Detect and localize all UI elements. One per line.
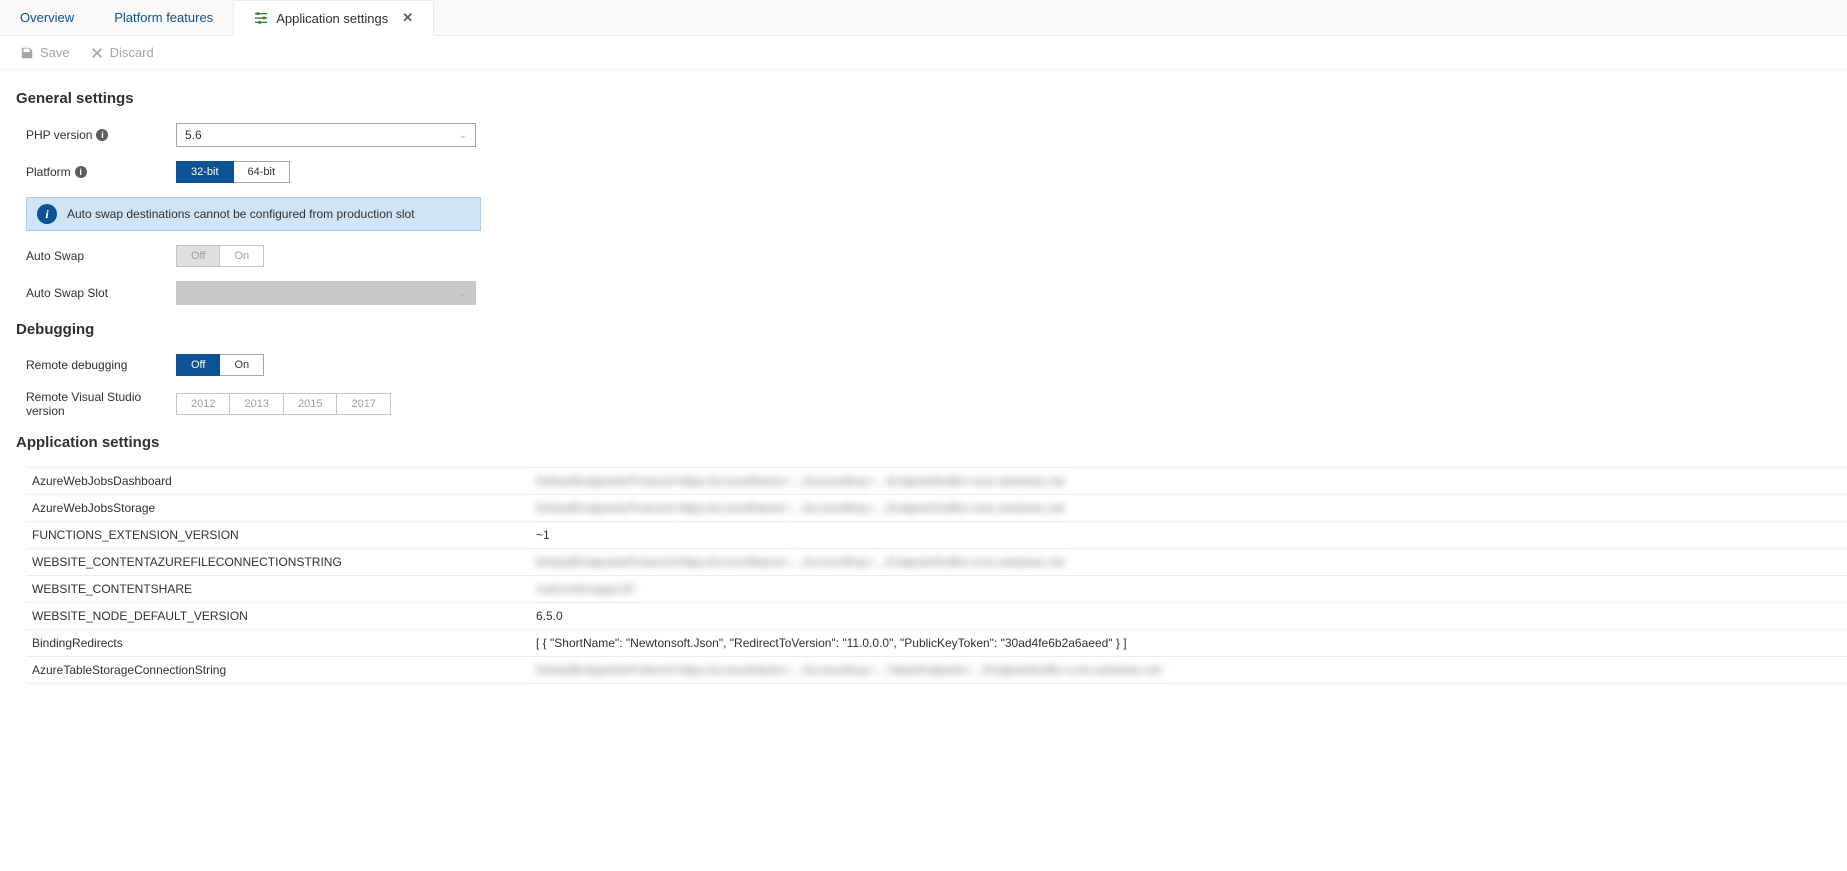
row-auto-swap-slot: Auto Swap Slot ⌄ <box>26 281 1847 305</box>
select-php-version[interactable]: 5.6 ⌄ <box>176 123 476 147</box>
setting-value: [ { "ShortName": "Newtonsoft.Json", "Red… <box>536 636 1847 650</box>
vs-2015-option: 2015 <box>284 393 337 415</box>
select-vs-version: 2012 2013 2015 2017 <box>176 393 391 415</box>
toggle-platform: 32-bit 64-bit <box>176 161 290 183</box>
save-label: Save <box>40 45 70 60</box>
setting-value: myfunctionapp123 <box>536 582 1847 596</box>
table-row[interactable]: AzureWebJobsStorageDefaultEndpointsProto… <box>26 495 1847 522</box>
tab-application-settings-label: Application settings <box>276 11 388 26</box>
info-icon[interactable]: i <box>96 129 108 141</box>
section-app-settings-heading: Application settings <box>16 434 1847 451</box>
table-row[interactable]: AzureTableStorageConnectionStringDefault… <box>26 657 1847 684</box>
setting-key: FUNCTIONS_EXTENSION_VERSION <box>26 528 536 542</box>
row-remote-debugging: Remote debugging Off On <box>26 354 1847 376</box>
setting-key: WEBSITE_NODE_DEFAULT_VERSION <box>26 609 536 623</box>
platform-32bit-option[interactable]: 32-bit <box>176 161 234 183</box>
vs-2017-option: 2017 <box>337 393 390 415</box>
tab-application-settings[interactable]: Application settings ✕ <box>233 0 434 36</box>
tab-platform-features-label: Platform features <box>114 10 213 25</box>
table-row[interactable]: WEBSITE_CONTENTSHAREmyfunctionapp123 <box>26 576 1847 603</box>
select-auto-swap-slot: ⌄ <box>176 281 476 305</box>
setting-value: ~1 <box>536 528 1847 542</box>
save-icon <box>20 46 34 60</box>
platform-64bit-option[interactable]: 64-bit <box>234 161 291 183</box>
close-icon[interactable]: ✕ <box>402 10 413 26</box>
auto-swap-info-banner: i Auto swap destinations cannot be confi… <box>26 197 481 231</box>
vs-2013-option: 2013 <box>230 393 283 415</box>
remote-debugging-on-option[interactable]: On <box>220 354 264 376</box>
label-auto-swap-slot: Auto Swap Slot <box>26 286 176 300</box>
setting-key: WEBSITE_CONTENTAZUREFILECONNECTIONSTRING <box>26 555 536 569</box>
row-vs-version: Remote Visual Studio version 2012 2013 2… <box>26 390 1847 418</box>
setting-value: DefaultEndpointsProtocol=https;AccountNa… <box>536 555 1847 569</box>
select-php-version-value: 5.6 <box>185 128 202 142</box>
table-row[interactable]: WEBSITE_NODE_DEFAULT_VERSION6.5.0 <box>26 603 1847 630</box>
toggle-remote-debugging: Off On <box>176 354 264 376</box>
label-php-version: PHP version i <box>26 128 176 142</box>
tab-platform-features[interactable]: Platform features <box>94 0 233 36</box>
auto-swap-off-option: Off <box>176 245 220 267</box>
info-icon[interactable]: i <box>75 166 87 178</box>
label-remote-debugging: Remote debugging <box>26 358 176 372</box>
setting-key: WEBSITE_CONTENTSHARE <box>26 582 536 596</box>
label-platform: Platform i <box>26 165 176 179</box>
save-button[interactable]: Save <box>20 45 70 60</box>
app-settings-table: AzureWebJobsDashboardDefaultEndpointsPro… <box>26 467 1847 684</box>
tab-overview[interactable]: Overview <box>0 0 94 36</box>
setting-key: AzureWebJobsDashboard <box>26 474 536 488</box>
tab-bar: Overview Platform features Application s… <box>0 0 1847 36</box>
table-row[interactable]: FUNCTIONS_EXTENSION_VERSION~1 <box>26 522 1847 549</box>
chevron-down-icon: ⌄ <box>459 288 467 299</box>
setting-value: DefaultEndpointsProtocol=https;AccountNa… <box>536 474 1847 488</box>
x-icon <box>90 46 104 60</box>
toolbar: Save Discard <box>0 36 1847 70</box>
discard-button[interactable]: Discard <box>90 45 154 60</box>
setting-value: DefaultEndpointsProtocol=https;AccountNa… <box>536 501 1847 515</box>
section-debugging-heading: Debugging <box>16 321 1847 338</box>
label-auto-swap: Auto Swap <box>26 249 176 263</box>
sliders-icon <box>254 11 268 25</box>
tab-overview-label: Overview <box>20 10 74 25</box>
remote-debugging-off-option[interactable]: Off <box>176 354 220 376</box>
setting-value: 6.5.0 <box>536 609 1847 623</box>
discard-label: Discard <box>110 45 154 60</box>
setting-value: DefaultEndpointsProtocol=https;AccountNa… <box>536 663 1847 677</box>
content-area: General settings PHP version i 5.6 ⌄ Pla… <box>0 70 1847 724</box>
table-row[interactable]: WEBSITE_CONTENTAZUREFILECONNECTIONSTRING… <box>26 549 1847 576</box>
label-vs-version: Remote Visual Studio version <box>26 390 176 418</box>
row-platform: Platform i 32-bit 64-bit <box>26 161 1847 183</box>
table-row[interactable]: AzureWebJobsDashboardDefaultEndpointsPro… <box>26 468 1847 495</box>
auto-swap-banner-text: Auto swap destinations cannot be configu… <box>67 207 415 221</box>
auto-swap-on-option: On <box>220 245 264 267</box>
info-circle-icon: i <box>37 204 57 224</box>
setting-key: AzureTableStorageConnectionString <box>26 663 536 677</box>
row-php-version: PHP version i 5.6 ⌄ <box>26 123 1847 147</box>
chevron-down-icon: ⌄ <box>459 130 467 141</box>
toggle-auto-swap: Off On <box>176 245 264 267</box>
row-auto-swap: Auto Swap Off On <box>26 245 1847 267</box>
table-row[interactable]: BindingRedirects[ { "ShortName": "Newton… <box>26 630 1847 657</box>
section-general-heading: General settings <box>16 90 1847 107</box>
setting-key: BindingRedirects <box>26 636 536 650</box>
setting-key: AzureWebJobsStorage <box>26 501 536 515</box>
vs-2012-option: 2012 <box>176 393 230 415</box>
